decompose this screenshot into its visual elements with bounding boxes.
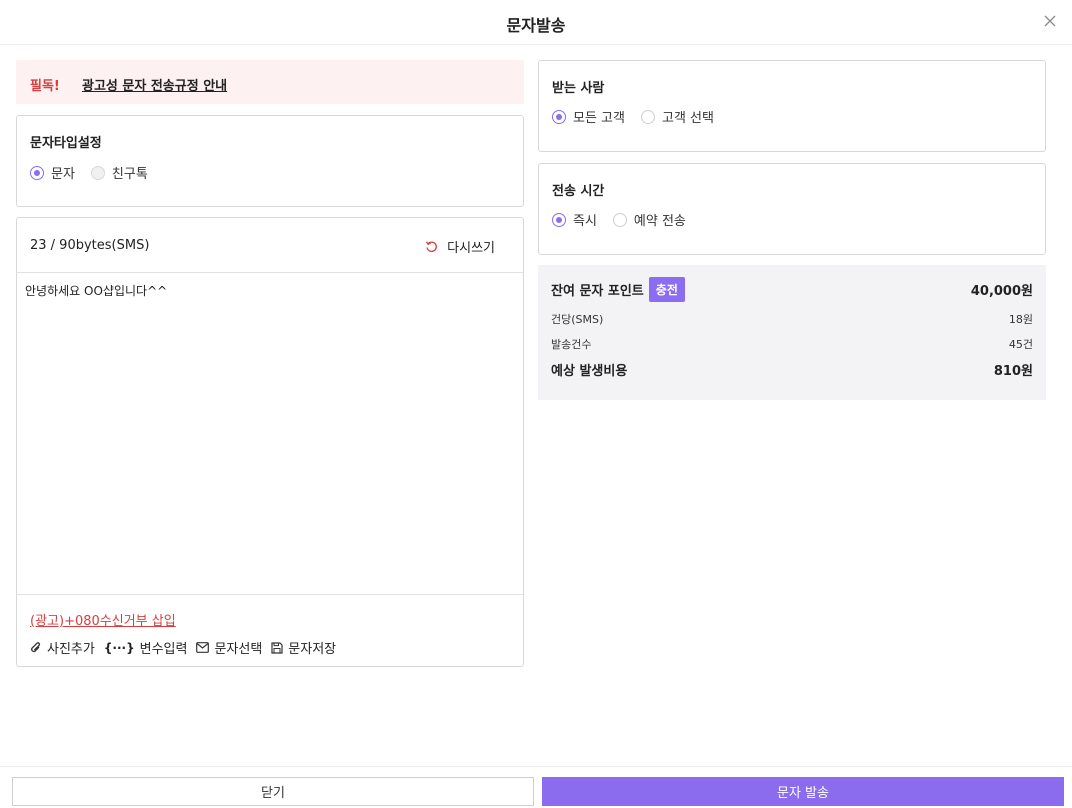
send-count-row: 발송건수 45건 (551, 336, 1033, 352)
select-message-label: 문자선택 (214, 642, 263, 657)
points-row: 잔여 문자 포인트 충전 40,000원 (551, 277, 1033, 302)
charge-button[interactable]: 충전 (648, 277, 685, 302)
message-type-title: 문자타입설정 (30, 136, 102, 151)
radio-unselected-icon (90, 165, 105, 180)
editor-tools: 사진추가 {···} 변수입력 문자선택 문자저장 (30, 638, 345, 657)
close-icon[interactable] (1042, 13, 1058, 29)
radio-sms[interactable]: 문자 (30, 163, 75, 182)
envelope-icon (196, 642, 210, 653)
estimated-cost-value: 810원 (993, 364, 1033, 379)
points-value: 40,000원 (970, 284, 1033, 299)
points-label: 잔여 문자 포인트 (551, 284, 644, 299)
recipient-options: 모든 고객 고객 선택 (552, 107, 730, 126)
modal-header: 문자발송 (0, 0, 1072, 45)
send-time-options: 즉시 예약 전송 (552, 210, 702, 229)
modal-footer: 닫기 문자 발송 (0, 766, 1072, 808)
recipient-panel: 받는 사람 모든 고객 고객 선택 (538, 60, 1046, 152)
select-message-button[interactable]: 문자선택 (196, 638, 262, 657)
cost-summary: 잔여 문자 포인트 충전 40,000원 건당(SMS) 18원 발송건수 45… (538, 265, 1046, 400)
radio-sms-label: 문자 (51, 167, 75, 182)
editor-toolbar: 23 / 90bytes(SMS) 다시쓰기 (17, 218, 523, 273)
radio-selected-icon (552, 212, 566, 227)
send-count-label: 발송건수 (551, 338, 592, 351)
radio-friendtalk-label: 친구톡 (111, 167, 148, 182)
insert-variable-label: 변수입력 (139, 642, 188, 657)
close-button[interactable]: 닫기 (12, 777, 534, 806)
message-editor-panel: 23 / 90bytes(SMS) 다시쓰기 안녕하세요 OO샵입니다^^ (광… (16, 217, 524, 667)
notice-must-read-label: 필독! (30, 79, 60, 94)
radio-unselected-icon (640, 109, 655, 124)
radio-unselected-icon (612, 212, 627, 227)
radio-scheduled[interactable]: 예약 전송 (612, 210, 686, 229)
radio-selected-icon (552, 109, 566, 124)
send-time-title: 전송 시간 (552, 184, 605, 199)
radio-scheduled-label: 예약 전송 (633, 214, 686, 229)
insert-variable-button[interactable]: {···} 변수입력 (103, 638, 188, 658)
add-photo-button[interactable]: 사진추가 (30, 638, 95, 657)
variable-braces-icon: {···} (103, 640, 135, 655)
editor-footer: (광고)+080수신거부 삽입 사진추가 {···} 변수입력 문자선택 문자저… (17, 594, 523, 666)
message-type-options: 문자 친구톡 (30, 163, 164, 182)
radio-all-customers-label: 모든 고객 (573, 111, 625, 126)
radio-immediate[interactable]: 즉시 (552, 210, 597, 229)
estimated-cost-label: 예상 발생비용 (551, 364, 628, 379)
floppy-disk-icon (271, 641, 283, 654)
unit-price-label: 건당(SMS) (551, 313, 604, 326)
message-type-panel: 문자타입설정 문자 친구톡 (16, 115, 524, 207)
send-message-button[interactable]: 문자 발송 (542, 777, 1064, 806)
unit-price-row: 건당(SMS) 18원 (551, 311, 1033, 327)
recipient-title: 받는 사람 (552, 81, 605, 96)
save-message-button[interactable]: 문자저장 (271, 638, 336, 657)
add-photo-label: 사진추가 (47, 642, 95, 657)
radio-friendtalk[interactable]: 친구톡 (90, 163, 148, 182)
send-time-panel: 전송 시간 즉시 예약 전송 (538, 163, 1046, 255)
rewrite-button[interactable]: 다시쓰기 (425, 237, 495, 256)
message-textarea[interactable]: 안녕하세요 OO샵입니다^^ (25, 282, 515, 582)
estimated-cost-row: 예상 발생비용 810원 (551, 360, 1033, 379)
modal-title: 문자발송 (506, 16, 566, 35)
paperclip-icon (30, 641, 42, 654)
radio-select-customers[interactable]: 고객 선택 (640, 107, 714, 126)
byte-counter: 23 / 90bytes(SMS) (30, 238, 150, 253)
refresh-icon (426, 241, 438, 253)
insert-optout-link[interactable]: (광고)+080수신거부 삽입 (30, 610, 176, 629)
radio-immediate-label: 즉시 (573, 214, 597, 229)
radio-selected-icon (30, 165, 44, 180)
ad-rules-notice: 필독! 광고성 문자 전송규정 안내 (16, 60, 524, 104)
radio-all-customers[interactable]: 모든 고객 (552, 107, 625, 126)
ad-rules-link[interactable]: 광고성 문자 전송규정 안내 (82, 75, 227, 94)
unit-price-value: 18원 (1008, 313, 1033, 326)
rewrite-label: 다시쓰기 (447, 241, 495, 256)
send-count-value: 45건 (1008, 338, 1033, 351)
radio-select-customers-label: 고객 선택 (661, 111, 714, 126)
save-message-label: 문자저장 (288, 642, 337, 657)
